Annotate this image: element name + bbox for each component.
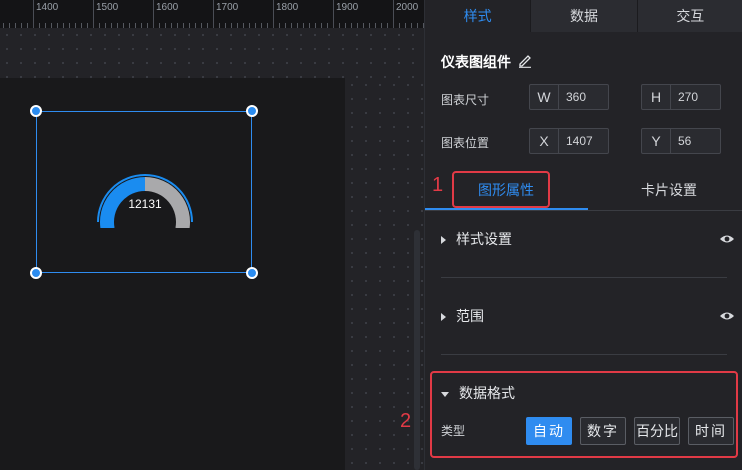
ruler-major-tick <box>393 0 394 28</box>
width-value: 360 <box>566 90 587 104</box>
edit-icon[interactable] <box>517 52 533 68</box>
ruler-label: 1900 <box>336 2 359 13</box>
tab-data[interactable]: 数据 <box>531 0 638 32</box>
canvas-background <box>0 28 424 78</box>
expand-arrow-icon <box>441 313 446 322</box>
annotation-number-2: 2 <box>400 410 412 432</box>
section-label: 范围 <box>456 308 484 324</box>
chart-size-label: 图表尺寸 <box>441 93 490 107</box>
ruler-major-tick <box>33 0 34 28</box>
height-value: 270 <box>678 90 699 104</box>
ruler-label: 2000 <box>396 2 419 13</box>
x-value: 1407 <box>566 134 593 148</box>
horizontal-ruler: 1400 1500 1600 1700 1800 1900 2000 <box>0 0 424 29</box>
section-divider <box>441 277 727 278</box>
section-style-settings[interactable]: 样式设置 <box>441 229 512 249</box>
canvas-scrollbar[interactable] <box>414 230 420 470</box>
x-field[interactable]: X 1407 <box>529 128 609 154</box>
section-range[interactable]: 范围 <box>441 306 484 326</box>
expand-arrow-icon <box>441 236 446 245</box>
chart-position-label: 图表位置 <box>441 136 490 150</box>
ruler-label: 1800 <box>276 2 299 13</box>
ruler-label: 1500 <box>96 2 119 13</box>
y-prefix: Y <box>642 129 671 153</box>
x-prefix: X <box>530 129 559 153</box>
width-field[interactable]: W 360 <box>529 84 609 110</box>
y-field[interactable]: Y 56 <box>641 128 721 154</box>
eye-icon[interactable] <box>719 233 735 245</box>
ruler-major-tick <box>273 0 274 28</box>
eye-icon[interactable] <box>719 310 735 322</box>
panel-tabs: 样式 数据 交互 <box>425 0 742 32</box>
tab-style[interactable]: 样式 <box>425 0 532 32</box>
annotation-box-1 <box>452 171 550 208</box>
section-label: 样式设置 <box>456 231 512 247</box>
ruler-major-tick <box>213 0 214 28</box>
ruler-major-tick <box>93 0 94 28</box>
ruler-label: 1400 <box>36 2 59 13</box>
component-title: 仪表图组件 <box>441 54 511 70</box>
height-field[interactable]: H 270 <box>641 84 721 110</box>
tab-card-settings[interactable]: 卡片设置 <box>641 180 697 200</box>
annotation-number-1: 1 <box>432 174 444 196</box>
resize-handle-top-left[interactable] <box>30 105 42 117</box>
ruler-label: 1700 <box>216 2 239 13</box>
annotation-box-2 <box>430 371 738 458</box>
resize-handle-top-right[interactable] <box>246 105 258 117</box>
gauge-chart[interactable] <box>93 158 197 228</box>
section-divider <box>441 354 727 355</box>
gauge-value: 12131 <box>128 197 162 211</box>
y-value: 56 <box>678 134 692 148</box>
width-prefix: W <box>530 85 559 109</box>
resize-handle-bottom-left[interactable] <box>30 267 42 279</box>
canvas-background <box>345 78 424 470</box>
height-prefix: H <box>642 85 671 109</box>
tab-interaction[interactable]: 交互 <box>637 0 742 32</box>
canvas-area[interactable]: 1400 1500 1600 1700 1800 1900 2000 12131 <box>0 0 424 470</box>
resize-handle-bottom-right[interactable] <box>246 267 258 279</box>
active-tab-underline <box>425 208 588 210</box>
ruler-major-tick <box>153 0 154 28</box>
ruler-label: 1600 <box>156 2 179 13</box>
ruler-major-tick <box>333 0 334 28</box>
